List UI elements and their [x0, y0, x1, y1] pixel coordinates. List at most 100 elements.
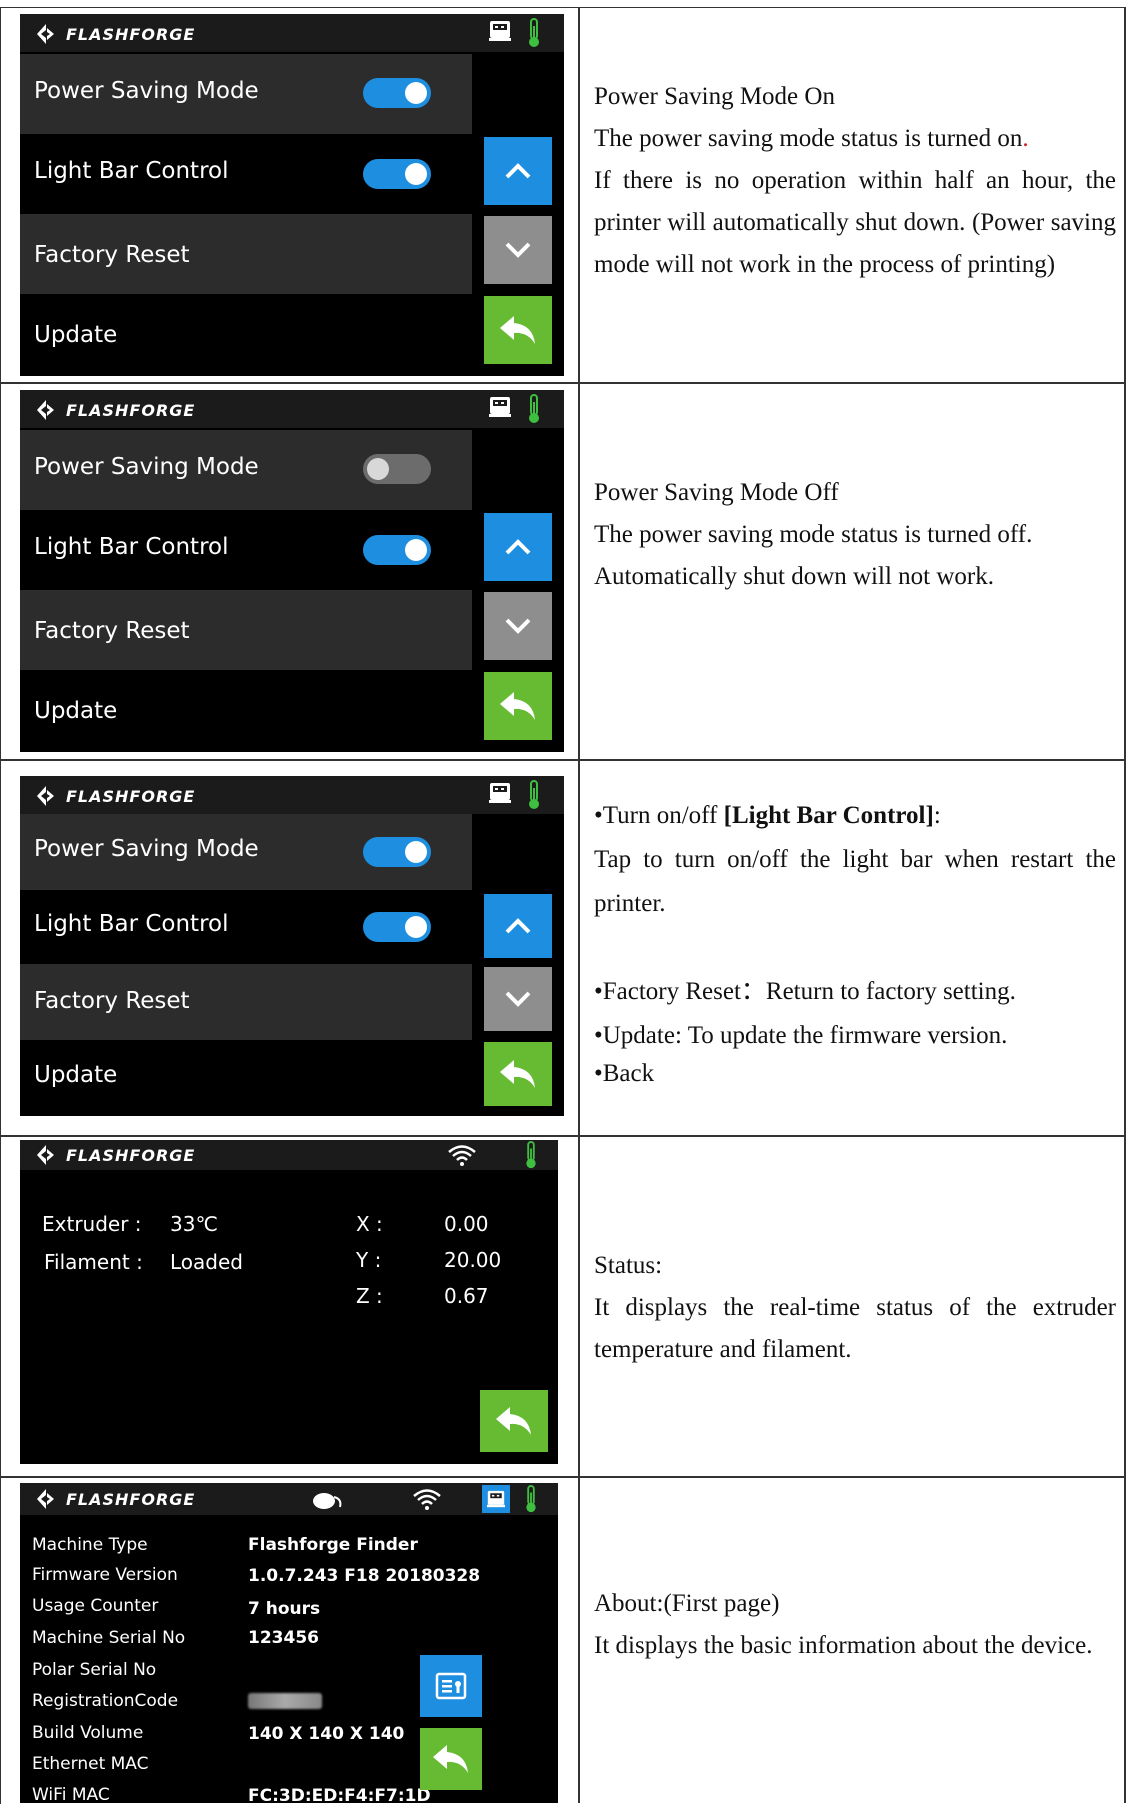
logo-icon: [34, 398, 58, 422]
description-text: •Back: [594, 1060, 655, 1087]
setting-row-factory-reset[interactable]: Factory Reset: [20, 214, 472, 294]
setting-row-light-bar[interactable]: Light Bar Control: [20, 510, 472, 590]
scroll-down-button[interactable]: [484, 592, 552, 660]
description-text: It displays the basic information about …: [594, 1632, 1093, 1659]
printer-icon: [488, 20, 512, 42]
thermometer-icon: [527, 394, 541, 424]
y-axis-value: 20.00: [444, 1248, 502, 1272]
printer-screen-settings-2: FLASHFORGE Power Saving Mode Light Bar C…: [20, 390, 564, 752]
setting-label: Update: [34, 322, 118, 348]
thermometer-icon: [524, 1485, 538, 1513]
info-label: Build Volume: [32, 1723, 144, 1743]
light-bar-toggle[interactable]: [363, 912, 431, 942]
row-divider: [0, 382, 1126, 384]
description-title: About:(First page): [594, 1590, 780, 1617]
column-divider: [578, 7, 580, 1803]
top-bar: FLASHFORGE: [20, 1140, 558, 1170]
setting-row-update[interactable]: Update: [20, 670, 472, 750]
setting-label: Light Bar Control: [34, 534, 229, 560]
setting-label: Factory Reset: [34, 618, 190, 644]
back-arrow-icon: [498, 1057, 538, 1091]
row-divider: [0, 759, 1126, 761]
info-card-icon: [435, 1672, 467, 1700]
description-text: The power saving mode status is turned o…: [594, 521, 1033, 590]
thermometer-icon: [524, 1141, 538, 1169]
power-saving-toggle[interactable]: [363, 454, 431, 484]
thermometer-icon: [527, 780, 541, 810]
back-arrow-icon: [498, 313, 538, 347]
flashforge-logo: FLASHFORGE: [34, 1487, 195, 1511]
cloud-icon: [313, 1493, 342, 1509]
thermometer-icon: [527, 18, 541, 48]
info-label: RegistrationCode: [32, 1691, 179, 1711]
brand-name: FLASHFORGE: [66, 786, 196, 806]
setting-row-update[interactable]: Update: [20, 294, 472, 374]
info-label: Machine Type: [32, 1535, 148, 1555]
info-value: 7 hours: [248, 1599, 321, 1619]
setting-row-power-saving[interactable]: Power Saving Mode: [20, 54, 472, 134]
top-bar: FLASHFORGE: [20, 390, 564, 428]
setting-row-factory-reset[interactable]: Factory Reset: [20, 590, 472, 670]
description-power-saving-off: Power Saving Mode Off The power saving m…: [594, 472, 1116, 598]
back-button[interactable]: [420, 1728, 482, 1790]
description-power-saving-on: Power Saving Mode On The power saving mo…: [594, 76, 1116, 286]
setting-label: Update: [34, 698, 118, 724]
setting-label: Update: [34, 1062, 118, 1088]
setting-label: Power Saving Mode: [34, 78, 259, 104]
setting-row-power-saving[interactable]: Power Saving Mode: [20, 814, 472, 890]
table-right-border: [1124, 7, 1126, 1803]
power-saving-toggle[interactable]: [363, 837, 431, 867]
scroll-up-button[interactable]: [484, 137, 552, 205]
light-bar-toggle[interactable]: [363, 535, 431, 565]
setting-label: Power Saving Mode: [34, 454, 259, 480]
setting-label: Factory Reset: [34, 988, 190, 1014]
light-bar-toggle[interactable]: [363, 159, 431, 189]
setting-row-factory-reset[interactable]: Factory Reset: [20, 964, 472, 1040]
printer-status-badge: [482, 1485, 510, 1513]
description-text: :: [933, 802, 941, 829]
info-value: 140 X 140 X 140: [248, 1724, 405, 1744]
description-text: Tap to turn on/off the light bar when re…: [594, 846, 1116, 917]
setting-label: Light Bar Control: [34, 158, 229, 184]
description-title: Status:: [594, 1252, 663, 1279]
setting-label: Factory Reset: [34, 242, 190, 268]
printer-screen-settings-3: FLASHFORGE Power Saving Mode Light Bar C…: [20, 776, 564, 1116]
back-button[interactable]: [484, 1042, 552, 1106]
printer-screen-status: FLASHFORGE Extruder : 33℃ Filament : Loa…: [20, 1140, 558, 1464]
setting-row-update[interactable]: Update: [20, 1040, 472, 1116]
back-arrow-icon: [498, 689, 538, 723]
chevron-down-icon: [503, 989, 533, 1009]
row-divider: [0, 1476, 1126, 1478]
info-label: Usage Counter: [32, 1596, 159, 1616]
setting-row-power-saving[interactable]: Power Saving Mode: [20, 430, 472, 510]
next-page-button[interactable]: [420, 1655, 482, 1717]
scroll-down-button[interactable]: [484, 216, 552, 284]
scroll-up-button[interactable]: [484, 513, 552, 581]
flashforge-logo: FLASHFORGE: [34, 398, 195, 422]
back-button[interactable]: [484, 672, 552, 740]
description-title: Power Saving Mode On: [594, 83, 835, 110]
logo-icon: [34, 1487, 58, 1511]
scroll-up-button[interactable]: [484, 894, 552, 958]
info-label: Machine Serial No: [32, 1628, 186, 1648]
filament-value: Loaded: [170, 1250, 243, 1274]
info-value: FC:3D:ED:F4:F7:1D: [248, 1786, 431, 1803]
setting-row-light-bar[interactable]: Light Bar Control: [20, 134, 472, 214]
setting-row-light-bar[interactable]: Light Bar Control: [20, 890, 472, 964]
description-bold-text: [Light Bar Control]: [723, 802, 934, 829]
chevron-up-icon: [503, 161, 533, 181]
logo-icon: [34, 22, 58, 46]
back-button[interactable]: [484, 296, 552, 364]
info-value: 123456: [248, 1628, 319, 1648]
back-button[interactable]: [480, 1390, 548, 1452]
description-text: •Factory Reset：Return to factory setting…: [594, 978, 1016, 1005]
printer-icon: [488, 782, 512, 804]
wifi-icon: [447, 1143, 477, 1167]
power-saving-toggle[interactable]: [363, 78, 431, 108]
description-status: Status: It displays the real-time status…: [594, 1245, 1116, 1371]
setting-label: Light Bar Control: [34, 911, 229, 937]
logo-icon: [34, 1143, 58, 1167]
x-axis-label: X :: [356, 1212, 383, 1236]
scroll-down-button[interactable]: [484, 967, 552, 1031]
chevron-down-icon: [503, 240, 533, 260]
